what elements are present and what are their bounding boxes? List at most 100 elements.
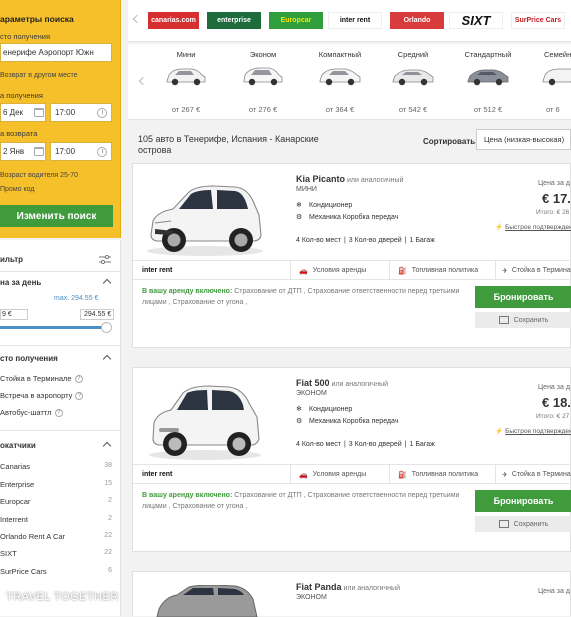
car-class-intermediate[interactable]: Средний от 542 € (383, 50, 443, 59)
car-specs: 4 Кол-во мест|3 Кол-во дверей|1 Багаж (296, 237, 438, 244)
filter-sliders-icon[interactable] (99, 255, 111, 264)
promo-code-checkbox[interactable]: Промо код (0, 186, 34, 193)
luggage-count: 1 Багаж (410, 441, 435, 448)
supplier-logo-orlando[interactable]: Orlando (390, 12, 444, 29)
car-class-name: Стандартный (458, 50, 518, 59)
price-slider-handle[interactable] (101, 322, 112, 333)
tab-pickup-counter[interactable]: ✈Стойка в Термина (495, 465, 571, 484)
chevron-left-icon[interactable] (139, 77, 147, 85)
save-button[interactable]: Сохранить (475, 312, 571, 328)
supplier-option[interactable]: Canarias38 (0, 462, 121, 471)
tab-fuel-policy[interactable]: ⛽Топливная политика (389, 465, 491, 484)
supplier-logo-surprice[interactable]: SurPrice Cars (511, 12, 565, 29)
filters-panel: ильтр на за день max. 294.55 € 9 € 294.5… (0, 240, 121, 616)
price-max-label: max. 294.55 € (54, 295, 98, 302)
change-search-button[interactable]: Изменить поиск (0, 205, 113, 227)
car-category: МИНИ (296, 186, 317, 193)
supplier-option-label: Orlando Rent A Car (0, 532, 65, 541)
price-filter-title: на за день (0, 278, 41, 287)
chevron-up-icon[interactable] (103, 442, 111, 450)
pickup-place-option-label: Стойка в Терминале (0, 374, 72, 383)
feature-air-conditioning: ❄Кондиционер (296, 405, 352, 413)
pickup-location-input[interactable]: енерифе Аэропорт Южн (0, 43, 112, 62)
supplier-logo-interrent: inter rent (142, 261, 172, 280)
pickup-date-label: а получения (0, 91, 43, 100)
pickup-place-option-label: Встреча в аэропорту (0, 391, 72, 400)
pickup-place-option[interactable]: Стойка в Терминале? (0, 374, 83, 383)
car-category: ЭКОНОМ (296, 390, 327, 397)
car-icon: 🚗 (299, 471, 308, 479)
supplier-option[interactable]: Orlando Rent A Car22 (0, 532, 121, 541)
tab-fuel-policy[interactable]: ⛽Топливная политика (389, 261, 491, 280)
tab-label: Условия аренды (313, 267, 367, 274)
supplier-logo-canarias[interactable]: canarias.com (148, 12, 199, 29)
tab-pickup-counter[interactable]: ✈Стойка в Термина (495, 261, 571, 280)
chevron-up-icon[interactable] (103, 355, 111, 363)
pickup-place-option[interactable]: Встреча в аэропорту? (0, 391, 83, 400)
return-date-input[interactable]: 2 Янв (0, 142, 46, 161)
supplier-option-count: 6 (108, 567, 112, 574)
chevron-up-icon[interactable] (103, 279, 111, 287)
car-class-compact[interactable]: Компактный от 364 € (310, 50, 370, 59)
car-image (143, 179, 268, 259)
help-icon[interactable]: ? (75, 375, 83, 383)
supplier-logo-europcar[interactable]: Europcar (269, 12, 323, 29)
pickup-date-value: 6 Дек (3, 108, 23, 117)
price-per-day-label: Цена за д (538, 384, 570, 391)
book-button[interactable]: Бронировать (475, 490, 571, 512)
supplier-option[interactable]: Interrent2 (0, 515, 121, 524)
supplier-option[interactable]: SIXT22 (0, 549, 121, 558)
feature-label: Кондиционер (309, 406, 352, 413)
pickup-date-input[interactable]: 6 Дек (0, 103, 46, 122)
price-max-input[interactable]: 294.55 € (80, 309, 114, 320)
car-name: Kia Picantoили аналогичный (296, 174, 404, 184)
car-name: Fiat 500или аналогичный (296, 378, 388, 388)
car-specs: 4 Кол-во мест|3 Кол-во дверей|1 Багаж (296, 441, 438, 448)
pickup-place-option[interactable]: Автобус-шаттл? (0, 408, 63, 417)
car-class-economy[interactable]: Эконом от 276 € (233, 50, 293, 59)
results-count: 105 авто в Тенерифе, Испания - Канарские… (138, 134, 338, 156)
supplier-logo-sixt[interactable]: SIXT (449, 12, 503, 29)
doors-count: 3 Кол-во дверей (349, 237, 402, 244)
return-time-input[interactable]: 17:00 (50, 142, 112, 161)
clock-icon (97, 147, 107, 157)
driver-age-checkbox[interactable]: Возраст водителя 25-70 (0, 172, 78, 179)
return-other-location-checkbox[interactable]: Возврат в другом месте (0, 72, 78, 79)
car-thumbnail (318, 66, 362, 88)
price-per-day: € 17. (542, 191, 571, 206)
supplier-logo-interrent[interactable]: inter rent (328, 12, 382, 29)
fast-confirmation-link[interactable]: Быстрое подтверждени (495, 427, 571, 435)
car-name: Fiat Pandaили аналогичный (296, 582, 400, 592)
save-button[interactable]: Сохранить (475, 516, 571, 532)
chevron-left-icon[interactable] (133, 15, 141, 23)
supplier-option[interactable]: Europcar2 (0, 497, 121, 506)
sort-select[interactable]: Цена (низкая-высокая) (476, 129, 571, 150)
pickup-time-value: 17:00 (55, 108, 75, 117)
supplier-option-label: Canarias (0, 462, 30, 471)
car-class-mini[interactable]: Мини от 267 € (156, 50, 216, 59)
help-icon[interactable]: ? (75, 392, 83, 400)
supplier-logo-enterprise[interactable]: enterprise (207, 12, 261, 29)
car-class-standard[interactable]: Стандартный от 512 € (458, 50, 518, 59)
pickup-time-input[interactable]: 17:00 (50, 103, 112, 122)
supplier-option[interactable]: Enterprise15 (0, 480, 121, 489)
gearbox-icon: ⚙ (296, 417, 304, 425)
book-button[interactable]: Бронировать (475, 286, 571, 308)
plane-icon: ✈ (502, 471, 508, 479)
car-class-price: от 512 € (458, 105, 518, 114)
supplier-option[interactable]: SurPrice Cars6 (0, 567, 121, 576)
car-similar-label: или аналогичный (332, 381, 388, 388)
price-per-day-label: Цена за д (538, 180, 570, 187)
car-class-price: от 542 € (383, 105, 443, 114)
help-icon[interactable]: ? (55, 409, 63, 417)
pickup-location-label: сто получения (0, 32, 50, 41)
filter-title: ильтр (0, 255, 23, 264)
price-min-input[interactable]: 9 € (0, 309, 28, 320)
car-thumbnail (164, 66, 208, 88)
tab-rental-terms[interactable]: 🚗Условия аренды (290, 465, 385, 484)
tab-rental-terms[interactable]: 🚗Условия аренды (290, 261, 385, 280)
car-class-name: Мини (156, 50, 216, 59)
car-class-family[interactable]: Семейн от 6 (533, 50, 571, 120)
fast-confirmation-link[interactable]: Быстрое подтверждени (495, 223, 571, 231)
fuel-icon: ⛽ (398, 267, 407, 275)
